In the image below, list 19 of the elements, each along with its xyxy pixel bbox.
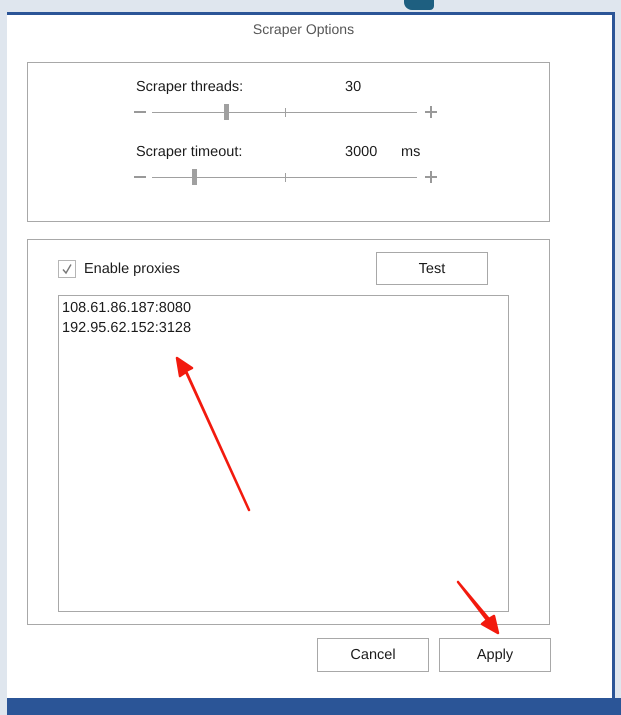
slider-thumb[interactable] <box>192 169 198 185</box>
check-icon <box>61 262 73 274</box>
apply-button[interactable]: Apply <box>439 638 551 672</box>
unit-label: ms <box>401 144 420 160</box>
slider-label: Scraper threads: <box>136 79 244 95</box>
annotation-arrow <box>456 580 500 634</box>
test-button[interactable]: Test <box>376 252 488 285</box>
slider-thumb[interactable] <box>224 104 230 120</box>
cancel-button[interactable]: Cancel <box>317 638 429 672</box>
slider-value: 30 <box>345 79 362 95</box>
slider-label: Scraper timeout: <box>136 144 244 160</box>
plus-icon[interactable] <box>425 171 437 183</box>
slider-track[interactable] <box>152 169 417 185</box>
plus-icon[interactable] <box>425 106 437 118</box>
proxy-list-field[interactable]: 108.61.86.187:8080 192.95.62.152:3128 <box>58 295 509 612</box>
slider-value: 3000 <box>345 144 378 160</box>
slider-track[interactable] <box>152 104 417 120</box>
dialog-title: Scraper Options <box>252 21 354 37</box>
enable-proxies-checkbox[interactable]: Enable proxies <box>58 260 180 278</box>
